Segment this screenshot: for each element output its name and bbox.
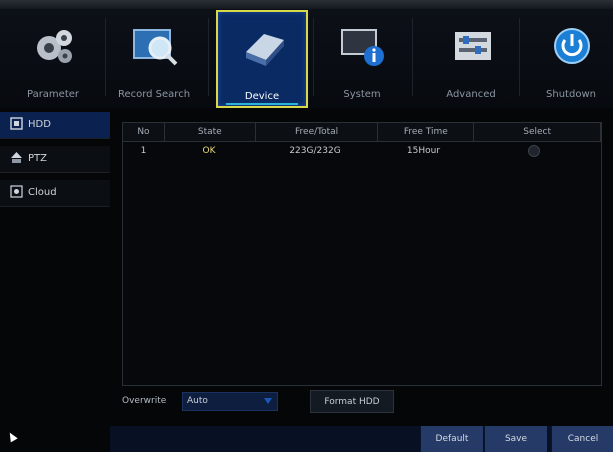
gears-icon: [37, 30, 72, 63]
header-free-time: Free Time: [378, 123, 475, 141]
header-state: State: [165, 123, 256, 141]
tab-label: Shutdown: [546, 89, 596, 100]
tab-label: Device: [244, 91, 280, 102]
header-select: Select: [474, 123, 601, 141]
tab-parameter[interactable]: Parameter: [9, 10, 97, 104]
sidebar-item-label: HDD: [28, 119, 51, 130]
sidebar-item-cloud[interactable]: Cloud: [0, 180, 110, 207]
hdd-small-icon: [10, 117, 23, 130]
cell-no: 1: [140, 145, 147, 156]
cell-free-time: 15Hour: [406, 145, 441, 156]
overwrite-select[interactable]: Auto: [182, 392, 278, 411]
cell-state: OK: [202, 145, 216, 156]
header-no: No: [123, 123, 165, 141]
tab-label: Advanced: [446, 89, 496, 100]
sidebar-item-ptz[interactable]: PTZ: [0, 146, 110, 173]
tab-label: Record Search: [117, 89, 191, 100]
hdd-icon: [246, 34, 284, 66]
cloud-icon: [10, 185, 23, 198]
title-strip: [0, 0, 613, 9]
mouse-cursor-icon: [6, 430, 18, 443]
magnifier-icon: [133, 29, 178, 66]
table-row[interactable]: 1 OK 223G/232G 15Hour: [123, 142, 601, 159]
table-header: No State Free/Total Free Time Select: [123, 123, 601, 142]
tab-label: Parameter: [26, 89, 80, 100]
cell-select: [471, 142, 597, 159]
header-free-total: Free/Total: [256, 123, 379, 141]
hdd-table: No State Free/Total Free Time Select 1 O…: [122, 122, 602, 386]
tab-record-search[interactable]: Record Search: [110, 10, 198, 104]
save-button[interactable]: Save: [484, 426, 547, 452]
default-button[interactable]: Default: [420, 426, 483, 452]
advanced-panel-icon: [455, 32, 491, 60]
cancel-button[interactable]: Cancel: [551, 426, 613, 452]
tab-shutdown[interactable]: Shutdown: [527, 10, 613, 104]
overwrite-value: Auto: [187, 396, 208, 406]
tab-device[interactable]: Device: [216, 10, 308, 108]
tab-label: System: [343, 89, 381, 100]
format-hdd-button[interactable]: Format HDD: [310, 390, 394, 413]
power-icon: [554, 28, 590, 64]
overwrite-label: Overwrite: [122, 396, 167, 406]
sidebar-item-hdd[interactable]: HDD: [0, 112, 110, 139]
ptz-camera-icon: [11, 152, 22, 163]
cell-free-total: 223G/232G: [289, 145, 341, 156]
sidebar-item-label: PTZ: [28, 153, 47, 164]
sidebar-item-label: Cloud: [28, 187, 57, 198]
main-menu-bar: Parameter Record Search Device System Ad…: [0, 0, 613, 108]
chevron-down-icon: [264, 398, 272, 404]
sidebar: HDD PTZ Cloud: [0, 112, 110, 214]
tab-advanced[interactable]: Advanced: [427, 10, 515, 104]
select-radio[interactable]: [528, 144, 540, 157]
system-info-icon: [341, 29, 384, 66]
active-tab-underline: [226, 103, 298, 105]
tab-system[interactable]: System: [318, 10, 406, 104]
